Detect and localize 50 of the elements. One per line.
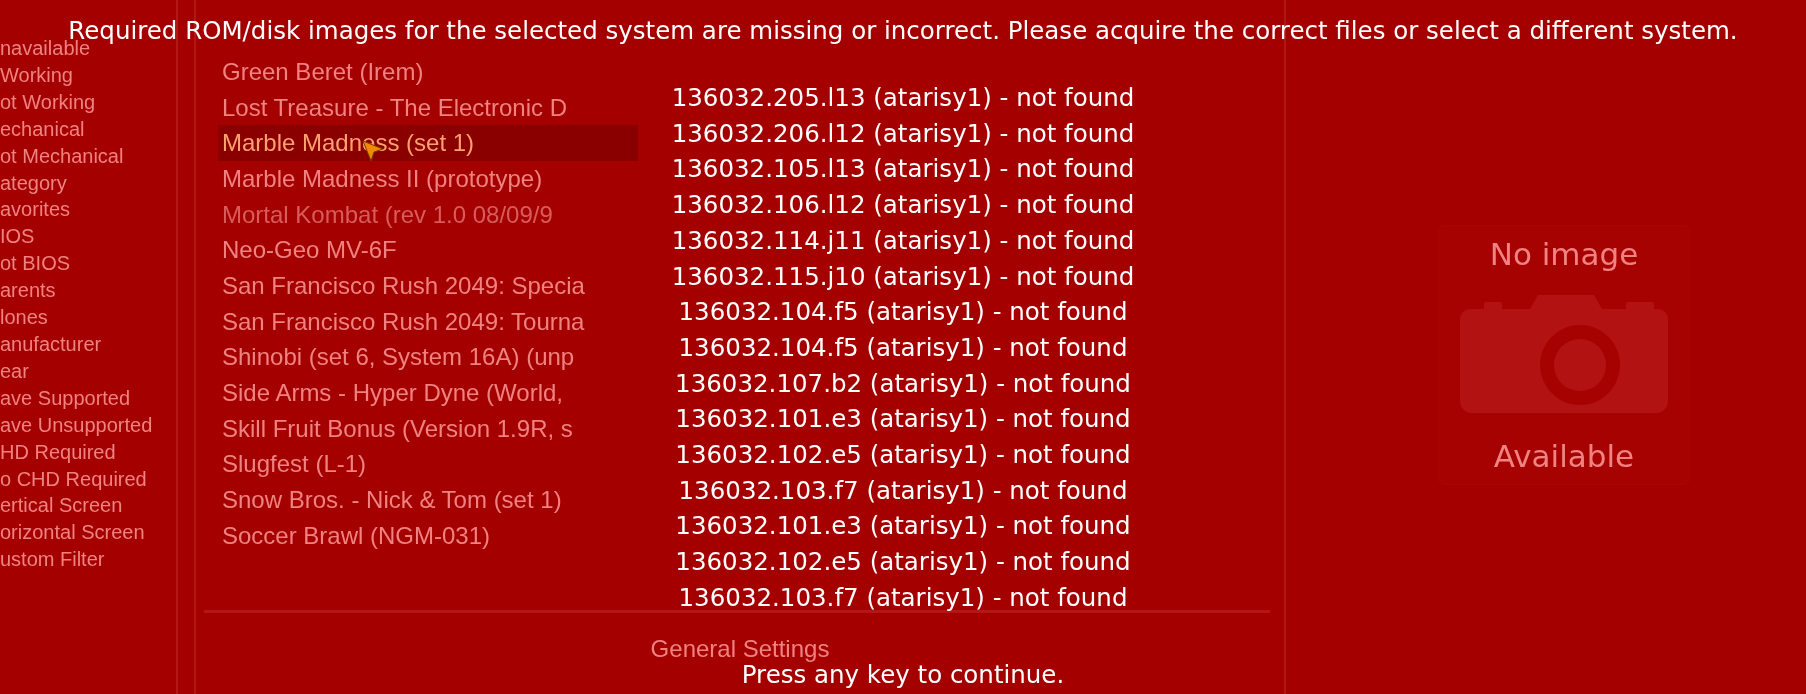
filter-item[interactable]: ave Supported [0, 384, 131, 412]
game-row[interactable]: Snow Bros. - Nick & Tom (set 1) [218, 482, 638, 518]
game-row[interactable]: Side Arms - Hyper Dyne (World, [218, 375, 638, 411]
missing-file-line: 136032.104.f5 (atarisy1) - not found [678, 296, 1128, 329]
filter-item[interactable]: HD Required [0, 438, 116, 466]
filter-item[interactable]: ot BIOS [0, 250, 71, 278]
missing-file-line: 136032.101.e3 (atarisy1) - not found [675, 403, 1131, 436]
game-row[interactable]: Neo-Geo MV-6F [218, 232, 638, 269]
missing-file-line: 136032.114.j11 (atarisy1) - not found [671, 224, 1135, 257]
filter-item[interactable]: echanical [0, 115, 85, 143]
missing-file-line: 136032.106.l12 (atarisy1) - not found [671, 189, 1135, 222]
filter-item[interactable]: arents [0, 277, 56, 305]
game-row[interactable]: Marble Madness II (prototype) [218, 161, 638, 197]
filter-item[interactable]: ot Working [0, 88, 96, 116]
missing-file-line: 136032.115.j10 (atarisy1) - not found [671, 260, 1135, 293]
missing-file-line: 136032.103.f7 (atarisy1) - not found [678, 474, 1128, 507]
missing-file-line: 136032.102.e5 (atarisy1) - not found [675, 546, 1131, 579]
menu-item[interactable]: General Settings [650, 634, 830, 663]
game-row[interactable]: San Francisco Rush 2049: Tourna [218, 303, 638, 340]
filter-item[interactable]: orizontal Screen [0, 519, 145, 547]
placeholder-text: No image [1489, 236, 1639, 272]
game-row[interactable]: Slugfest (L-1) [218, 446, 638, 483]
filter-item[interactable]: ertical Screen [0, 492, 123, 520]
filter-item[interactable]: ear [0, 357, 29, 385]
filter-item[interactable]: o CHD Required [0, 465, 147, 493]
missing-file-line: 136032.102.e5 (atarisy1) - not found [675, 439, 1131, 472]
filter-item[interactable]: ategory [0, 169, 67, 197]
game-row[interactable]: Green Beret (Irem) [218, 54, 638, 90]
filter-item[interactable]: ave Unsupported [0, 411, 153, 439]
filter-item[interactable]: anufacturer [0, 330, 102, 358]
filter-item[interactable]: ustom Filter [0, 546, 105, 574]
game-row[interactable]: San Francisco Rush 2049: Specia [218, 268, 638, 304]
placeholder-text: Available [1493, 438, 1635, 474]
missing-file-line: 136032.205.l13 (atarisy1) - not found [671, 82, 1135, 114]
game-row[interactable]: Mortal Kombat (rev 1.0 08/09/9 [218, 196, 638, 233]
missing-file-line: 136032.206.l12 (atarisy1) - not found [671, 117, 1135, 150]
game-row[interactable]: Soccer Brawl (NGM-031) [218, 517, 638, 554]
missing-file-line: 136032.105.l13 (atarisy1) - not found [671, 153, 1135, 186]
missing-file-line: 136032.101.e3 (atarisy1) - not found [675, 510, 1131, 543]
missing-file-line: 136032.103.f7 (atarisy1) - not found [678, 581, 1128, 614]
filter-item[interactable]: lones [0, 304, 48, 331]
filter-item[interactable]: avorites [0, 196, 71, 224]
game-row[interactable]: Lost Treasure - The Electronic D [218, 89, 638, 126]
filter-item[interactable]: ot Mechanical [0, 142, 124, 170]
game-row[interactable]: Shinobi (set 6, System 16A) (unp [218, 339, 638, 376]
missing-file-line: 136032.104.f5 (atarisy1) - not found [678, 331, 1128, 364]
filter-item[interactable]: Working [0, 61, 73, 89]
missing-file-line: 136032.107.b2 (atarisy1) - not found [675, 367, 1131, 400]
filter-item[interactable]: IOS [0, 223, 35, 251]
game-row[interactable]: Skill Fruit Bonus (Version 1.9R, s [218, 410, 638, 447]
